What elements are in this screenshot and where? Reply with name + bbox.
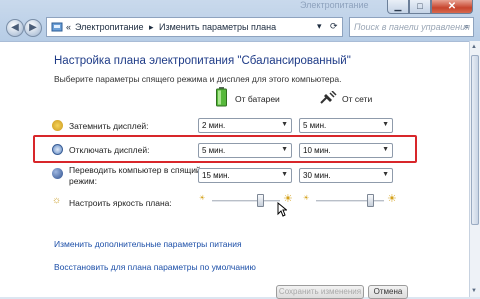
breadcrumb-separator-icon: «: [66, 22, 72, 32]
close-icon: ✕: [447, 1, 457, 12]
breadcrumb-power-options[interactable]: Электропитание: [75, 22, 144, 32]
sleep-label-line2: режим:: [69, 176, 97, 186]
advanced-settings-link[interactable]: Изменить дополнительные параметры питани…: [54, 239, 242, 249]
select-value: 2 мин.: [202, 121, 226, 130]
back-arrow-icon: ◀: [11, 22, 19, 33]
dim-display-ac-select[interactable]: 5 мин. ▼: [299, 118, 393, 133]
turn-off-display-battery-select[interactable]: 5 мин. ▼: [198, 143, 292, 158]
sleep-icon: [52, 168, 63, 179]
scroll-up-icon[interactable]: ▲: [471, 44, 477, 50]
mouse-cursor-icon: [277, 201, 288, 222]
maximize-icon: □: [417, 1, 423, 11]
brightness-label: Настроить яркость плана:: [69, 198, 172, 208]
search-placeholder: Поиск в панели управления: [354, 22, 470, 32]
close-button[interactable]: ✕: [431, 0, 473, 14]
back-button[interactable]: ◀: [6, 19, 24, 37]
dim-display-battery-select[interactable]: 2 мин. ▼: [198, 118, 292, 133]
display-off-icon: [52, 144, 63, 155]
chevron-down-icon: ▼: [281, 171, 288, 178]
select-value: 5 мин.: [303, 121, 327, 130]
brightness-high-icon: ☀: [387, 193, 397, 205]
brightness-low-icon: ☀: [303, 195, 310, 202]
address-dropdown-icon[interactable]: ▾: [317, 21, 322, 32]
window-title: Электропитание: [300, 0, 369, 10]
scroll-down-icon[interactable]: ▼: [471, 288, 477, 294]
turn-off-display-label: Отключать дисплей:: [69, 145, 150, 155]
page-subtitle: Выберите параметры спящего режима и дисп…: [54, 74, 342, 84]
maximize-button[interactable]: □: [409, 0, 431, 14]
restore-defaults-link[interactable]: Восстановить для плана параметры по умол…: [54, 262, 256, 272]
vertical-scrollbar[interactable]: ▲ ▼: [469, 41, 480, 297]
search-icon[interactable]: ⌕: [464, 21, 469, 32]
power-plug-icon: [319, 90, 337, 110]
scrollbar-thumb[interactable]: [471, 55, 479, 225]
chevron-down-icon: ▼: [382, 121, 389, 128]
sleep-battery-select[interactable]: 15 мин. ▼: [198, 168, 292, 183]
chevron-down-icon: ▼: [382, 171, 389, 178]
minimize-button[interactable]: ▁: [387, 0, 409, 14]
forward-arrow-icon: ▶: [29, 22, 37, 33]
brightness-low-icon: ☀: [199, 195, 206, 202]
battery-column-header: От батареи: [235, 94, 280, 104]
dim-display-icon: [52, 120, 63, 131]
brightness-ac-slider[interactable]: [316, 194, 384, 207]
dim-display-label: Затемнить дисплей:: [69, 121, 149, 131]
sleep-label-line1: Переводить компьютер в спящий: [69, 165, 201, 175]
brightness-battery-slider[interactable]: [212, 194, 280, 207]
address-bar[interactable]: « Электропитание ▸ Изменить параметры пл…: [46, 17, 343, 37]
sleep-ac-select[interactable]: 30 мин. ▼: [299, 168, 393, 183]
chevron-down-icon: ▼: [281, 146, 288, 153]
ac-column-header: От сети: [342, 94, 373, 104]
battery-icon: [216, 87, 227, 112]
select-value: 10 мин.: [303, 146, 331, 155]
main-content: Настройка плана электропитания "Сбаланси…: [0, 41, 469, 299]
control-panel-icon: [51, 21, 63, 35]
brightness-icon: ☼: [52, 195, 62, 206]
refresh-icon[interactable]: ⟳: [330, 21, 338, 32]
chevron-down-icon: ▼: [382, 146, 389, 153]
select-value: 30 мин.: [303, 171, 331, 180]
slider-thumb[interactable]: [367, 194, 374, 207]
minimize-icon: ▁: [394, 1, 402, 11]
control-panel-window: Электропитание ▁ □ ✕ ◀ ▶ « Электропитани…: [0, 0, 480, 299]
breadcrumb-edit-plan[interactable]: Изменить параметры плана: [159, 22, 276, 32]
slider-thumb[interactable]: [257, 194, 264, 207]
forward-button[interactable]: ▶: [24, 19, 42, 37]
breadcrumb-separator-icon: ▸: [149, 22, 154, 32]
chevron-down-icon: ▼: [281, 121, 288, 128]
page-title: Настройка плана электропитания "Сбаланси…: [54, 55, 351, 67]
select-value: 15 мин.: [202, 171, 230, 180]
search-input[interactable]: Поиск в панели управления ⌕: [349, 17, 474, 37]
turn-off-display-ac-select[interactable]: 10 мин. ▼: [299, 143, 393, 158]
select-value: 5 мин.: [202, 146, 226, 155]
